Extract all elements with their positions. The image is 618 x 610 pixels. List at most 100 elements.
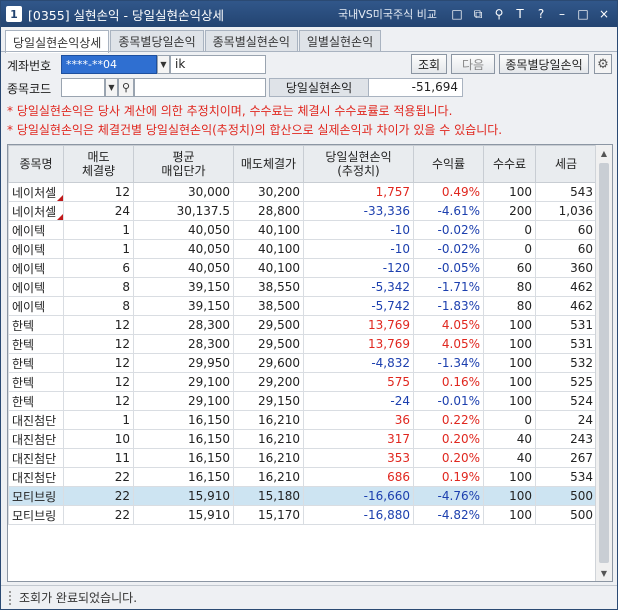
- close-icon[interactable]: ×: [597, 7, 611, 21]
- table-row[interactable]: 한텍 12 29,100 29,150 -24 -0.01% 100 524: [8, 391, 597, 411]
- pin-icon[interactable]: ⚲: [492, 7, 506, 21]
- table-row[interactable]: 네이처셀 24 30,137.5 28,800 -33,336 -4.61% 200 1,03…: [8, 201, 597, 221]
- col-header-return-rate[interactable]: 수익률: [413, 145, 484, 183]
- sell-price-cell: 16,210: [233, 448, 304, 468]
- scroll-down-icon[interactable]: ▼: [596, 565, 612, 581]
- col-header-tax[interactable]: 세금: [535, 145, 597, 183]
- table-row[interactable]: 에이텍 1 40,050 40,100 -10 -0.02% 0 60: [8, 220, 597, 240]
- col-header-avg-buy-price[interactable]: 평균 매입단가: [133, 145, 234, 183]
- col-header-sell-price[interactable]: 매도체결가: [233, 145, 304, 183]
- pnl-cell: 36: [303, 410, 414, 430]
- pnl-cell: -5,342: [303, 277, 414, 297]
- stock-name-cell: 대진첨단: [8, 410, 64, 430]
- title-bar[interactable]: 1 [0355] 실현손익 - 당일실현손익상세 국내VS미국주식 비교 □ ⧉…: [1, 1, 617, 27]
- pnl-cell: 353: [303, 448, 414, 468]
- table-row[interactable]: 한텍 12 28,300 29,500 13,769 4.05% 100 531: [8, 334, 597, 354]
- sell-qty-cell: 12: [63, 353, 134, 373]
- font-size-icon[interactable]: T: [513, 7, 527, 21]
- return-rate-cell: -0.02%: [413, 239, 484, 259]
- fee-cell: 100: [483, 372, 536, 392]
- copy-window-icon[interactable]: ⧉: [471, 7, 485, 21]
- window-number-icon: 1: [6, 6, 22, 22]
- daily-by-stock-button[interactable]: 종목별당일손익: [499, 54, 589, 74]
- pnl-cell: 317: [303, 429, 414, 449]
- stock-code-dropdown-icon[interactable]: ▼: [105, 78, 118, 97]
- scroll-thumb[interactable]: [599, 163, 609, 563]
- table-row[interactable]: 네이처셀 12 30,000 30,200 1,757 0.49% 100 543: [8, 182, 597, 202]
- search-icon[interactable]: ⚲: [118, 78, 134, 97]
- tab-daily-by-stock[interactable]: 종목별당일손익: [110, 30, 204, 52]
- sell-qty-cell: 22: [63, 505, 134, 525]
- search-button[interactable]: 조회: [411, 54, 447, 74]
- sell-price-cell: 38,500: [233, 296, 304, 316]
- fee-cell: 0: [483, 220, 536, 240]
- sell-price-cell: 38,550: [233, 277, 304, 297]
- col-header-stock-name[interactable]: 종목명: [8, 145, 64, 183]
- tax-cell: 24: [535, 410, 597, 430]
- table-row[interactable]: 에이텍 8 39,150 38,500 -5,742 -1.83% 80 462: [8, 296, 597, 316]
- tab-daily-realized[interactable]: 일별실현손익: [298, 30, 382, 52]
- maximize-icon[interactable]: □: [576, 7, 590, 21]
- scroll-up-icon[interactable]: ▲: [596, 145, 612, 161]
- table-row[interactable]: 에이텍 8 39,150 38,550 -5,342 -1.71% 80 462: [8, 277, 597, 297]
- tax-cell: 531: [535, 315, 597, 335]
- table-row[interactable]: 에이텍 1 40,050 40,100 -10 -0.02% 0 60: [8, 239, 597, 259]
- col-header-sell-qty[interactable]: 매도 체결량: [63, 145, 134, 183]
- minimize-icon[interactable]: –: [555, 7, 569, 21]
- table-row[interactable]: 한텍 12 29,100 29,200 575 0.16% 100 525: [8, 372, 597, 392]
- stock-name-cell: 한텍: [8, 334, 64, 354]
- pnl-cell: 1,757: [303, 182, 414, 202]
- help-icon[interactable]: ?: [534, 7, 548, 21]
- account-label: 계좌번호: [7, 59, 52, 73]
- credit-flag-icon: [57, 214, 63, 220]
- pnl-cell: -10: [303, 220, 414, 240]
- col-header-realized-pnl[interactable]: 당일실현손익 (추정치): [303, 145, 414, 183]
- return-rate-cell: -4.61%: [413, 201, 484, 221]
- account-dropdown-icon[interactable]: ▼: [157, 55, 170, 74]
- vertical-scrollbar[interactable]: ▲ ▼: [595, 145, 612, 581]
- col-header-fee[interactable]: 수수료: [483, 145, 536, 183]
- tab-realized-by-stock[interactable]: 종목별실현손익: [204, 30, 298, 52]
- tax-cell: 360: [535, 258, 597, 278]
- avg-price-cell: 16,150: [133, 448, 234, 468]
- fee-cell: 80: [483, 296, 536, 316]
- table-row[interactable]: 모티브링 22 15,910 15,170 -16,880 -4.82% 100 500: [8, 505, 597, 525]
- sell-qty-cell: 22: [63, 467, 134, 487]
- sell-price-cell: 28,800: [233, 201, 304, 221]
- pnl-cell: 686: [303, 467, 414, 487]
- tax-cell: 500: [535, 505, 597, 525]
- fee-cell: 60: [483, 258, 536, 278]
- restore-view-icon[interactable]: □: [450, 7, 464, 21]
- table-row[interactable]: 대진첨단 1 16,150 16,210 36 0.22% 0 24: [8, 410, 597, 430]
- avg-price-cell: 29,100: [133, 372, 234, 392]
- pnl-cell: 13,769: [303, 315, 414, 335]
- return-rate-cell: -0.02%: [413, 220, 484, 240]
- return-rate-cell: -1.83%: [413, 296, 484, 316]
- avg-price-cell: 16,150: [133, 410, 234, 430]
- table-row[interactable]: 대진첨단 10 16,150 16,210 317 0.20% 40 243: [8, 429, 597, 449]
- pnl-cell: 13,769: [303, 334, 414, 354]
- stock-code-input[interactable]: [61, 78, 105, 97]
- avg-price-cell: 40,050: [133, 239, 234, 259]
- return-rate-cell: -4.82%: [413, 505, 484, 525]
- fee-cell: 100: [483, 334, 536, 354]
- table-row[interactable]: 한텍 12 29,950 29,600 -4,832 -1.34% 100 532: [8, 353, 597, 373]
- tax-cell: 500: [535, 486, 597, 506]
- sell-price-cell: 15,170: [233, 505, 304, 525]
- daily-realized-pnl-value: -51,694: [368, 78, 463, 97]
- fee-cell: 100: [483, 391, 536, 411]
- table-row[interactable]: 대진첨단 11 16,150 16,210 353 0.20% 40 267: [8, 448, 597, 468]
- next-button[interactable]: 다음: [451, 54, 495, 74]
- compare-link[interactable]: 국내VS미국주식 비교: [338, 6, 437, 22]
- table-row[interactable]: 대진첨단 22 16,150 16,210 686 0.19% 100 534: [8, 467, 597, 487]
- tab-daily-realized-detail[interactable]: 당일실현손익상세: [5, 30, 110, 53]
- stock-name-cell: 한텍: [8, 372, 64, 392]
- credit-flag-icon: [57, 195, 63, 201]
- tax-cell: 267: [535, 448, 597, 468]
- account-number-field[interactable]: ****-**04: [61, 55, 157, 74]
- table-row[interactable]: 한텍 12 28,300 29,500 13,769 4.05% 100 531: [8, 315, 597, 335]
- settings-gear-icon[interactable]: ⚙: [594, 54, 612, 74]
- table-row[interactable]: 모티브링 22 15,910 15,180 -16,660 -4.76% 100 500: [8, 486, 597, 506]
- sell-price-cell: 30,200: [233, 182, 304, 202]
- table-row[interactable]: 에이텍 6 40,050 40,100 -120 -0.05% 60 360: [8, 258, 597, 278]
